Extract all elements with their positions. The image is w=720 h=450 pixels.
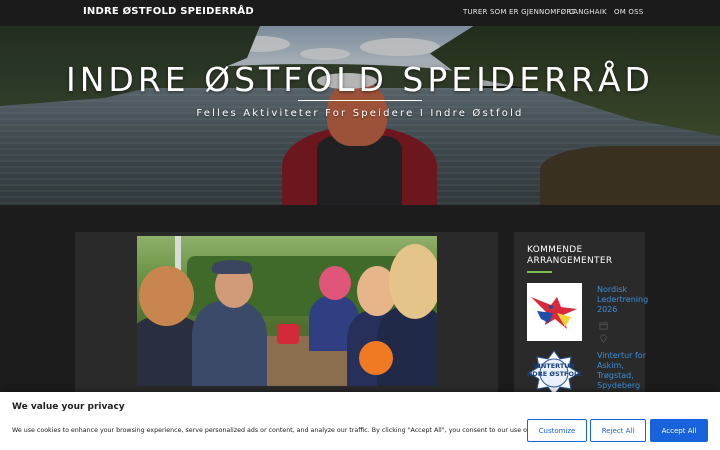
photo-mug xyxy=(277,324,299,344)
photo-orange-ball xyxy=(359,341,393,375)
cookie-accept-all-button[interactable]: Accept All xyxy=(650,419,708,442)
vintertur-badge-icon: VINTERTUR INDRE ØSTFOLD xyxy=(524,350,584,396)
event-1-title-link[interactable]: Nordisk Ledertrening 2026 xyxy=(597,285,648,315)
event-1-thumbnail[interactable] xyxy=(527,283,582,341)
badge-text: VINTERTUR INDRE ØSTFOLD xyxy=(527,362,582,378)
sidebar-title: KOMMENDE ARRANGEMENTER xyxy=(527,245,613,266)
photo-person-2-cap xyxy=(212,260,252,274)
cookie-reject-all-button[interactable]: Reject All xyxy=(590,419,646,442)
cookie-customize-button[interactable]: Customize xyxy=(527,419,587,442)
site-title-link[interactable]: INDRE ØSTFOLD SPEIDERRÅD xyxy=(83,6,254,17)
photo-person-1-head xyxy=(139,266,194,326)
cookie-banner-text: We use cookies to enhance your browsing … xyxy=(12,427,557,434)
badge-line-2: INDRE ØSTFOLD xyxy=(527,370,582,378)
bird-logo-icon xyxy=(527,283,582,341)
photo-person-3-head xyxy=(319,266,351,300)
photo-person-2 xyxy=(192,301,267,386)
hero-subtitle: Felles Aktiviteter For Speidere I Indre … xyxy=(196,108,524,119)
nav-om-oss[interactable]: OM OSS xyxy=(614,8,643,16)
location-pin-icon xyxy=(600,334,607,343)
top-navigation: INDRE ØSTFOLD SPEIDERRÅD TURER SOM ER GJ… xyxy=(0,0,720,26)
photo-person-5-head xyxy=(389,244,437,319)
sidebar-title-underline xyxy=(527,271,552,273)
post-featured-image[interactable] xyxy=(137,236,437,386)
event-2-title-link[interactable]: Vintertur for Askim, Trøgstad, Spydeberg xyxy=(597,351,647,391)
cookie-banner-title: We value your privacy xyxy=(12,402,125,412)
nav-langhaik[interactable]: LANGHAIK xyxy=(569,8,607,16)
nav-turer-som-er-gjennomfort[interactable]: TURER SOM ER GJENNOMFØRT xyxy=(463,8,575,16)
calendar-icon xyxy=(599,322,608,330)
hero-title: INDRE ØSTFOLD SPEIDERRÅD xyxy=(66,60,654,99)
event-2-thumbnail[interactable]: VINTERTUR INDRE ØSTFOLD xyxy=(524,349,584,397)
badge-line-1: VINTERTUR xyxy=(533,362,574,370)
hero-divider xyxy=(298,100,422,101)
